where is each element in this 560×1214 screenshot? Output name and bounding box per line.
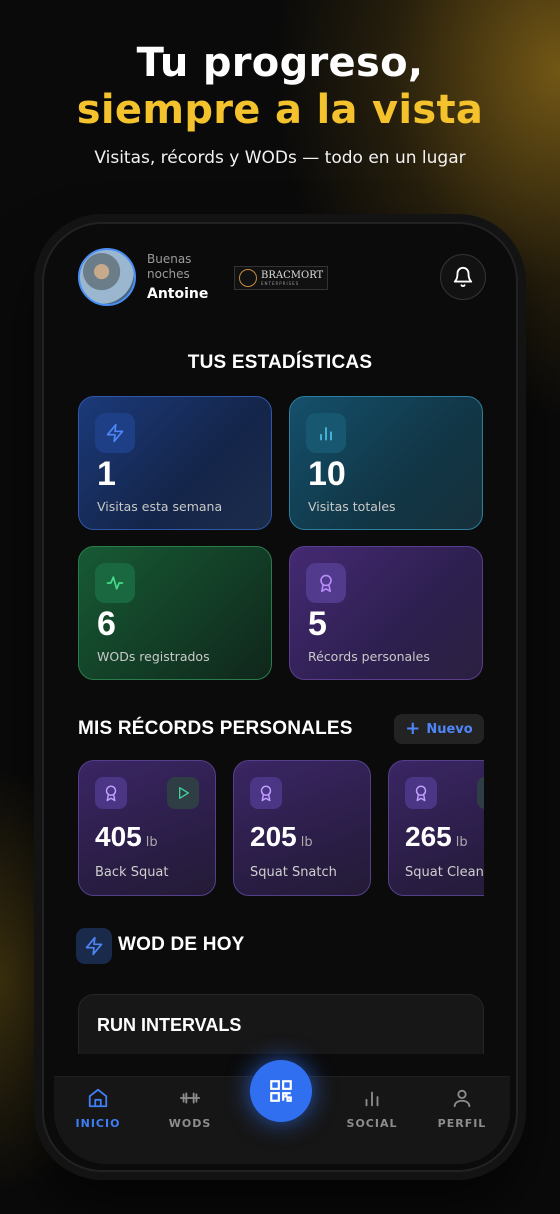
wod-workout-name: RUN INTERVALS — [97, 1015, 242, 1035]
notifications-button[interactable] — [440, 254, 486, 300]
tab-label: SOCIAL — [346, 1117, 398, 1130]
award-icon — [250, 777, 282, 809]
home-icon — [88, 1088, 108, 1108]
stat-value: 5 — [308, 605, 327, 643]
record-name: Squat Snatch — [250, 865, 337, 880]
user-name: Antoine — [147, 286, 209, 302]
gym-logo-mark — [239, 269, 257, 287]
avatar[interactable] — [78, 248, 136, 306]
stat-value: 10 — [308, 455, 346, 493]
greeting-text: Buenas noches — [147, 252, 192, 281]
wod-title: WOD DE HOY — [118, 934, 245, 955]
stat-label: Visitas esta semana — [97, 499, 223, 514]
qr-scan-button[interactable] — [250, 1060, 312, 1122]
user-icon — [453, 1089, 471, 1108]
record-value: 265 lb — [405, 821, 468, 852]
stat-label: WODs registrados — [97, 649, 210, 664]
tab-inicio[interactable]: INICIO — [58, 1087, 138, 1130]
award-icon — [405, 777, 437, 809]
stat-label: Récords personales — [308, 649, 430, 664]
stat-value: 1 — [97, 455, 116, 493]
zap-icon — [76, 928, 112, 964]
record-value: 205 lb — [250, 821, 313, 852]
brand-name: BRACMORT — [261, 269, 324, 281]
tab-label: PERFIL — [437, 1117, 487, 1130]
record-name: Squat Clean — [405, 865, 484, 880]
stats-title: TUS ESTADÍSTICAS — [187, 352, 373, 373]
tab-label: INICIO — [75, 1117, 121, 1130]
records-title: MIS RÉCORDS PERSONALES — [78, 718, 353, 739]
tab-perfil[interactable]: PERFIL — [422, 1087, 502, 1130]
dumbbell-icon — [179, 1092, 201, 1104]
phone-frame: Buenas noches Antoine BRACMORT ENTERPRIS… — [42, 222, 518, 1172]
bell-icon — [453, 267, 473, 288]
tab-label: WODS — [168, 1117, 212, 1130]
record-value: 405 lb — [95, 821, 158, 852]
wod-card[interactable]: RUN INTERVALS — [78, 994, 484, 1054]
stat-card-wods[interactable]: 6 WODs registrados — [78, 546, 272, 680]
award-icon — [95, 777, 127, 809]
tab-wods[interactable]: WODS — [150, 1087, 230, 1130]
stat-label: Visitas totales — [308, 499, 396, 514]
record-card[interactable]: 405 lb Back Squat — [78, 760, 216, 896]
record-name: Back Squat — [95, 865, 169, 880]
bar-chart-icon — [306, 413, 346, 453]
brand-sub: ENTERPRISES — [261, 280, 300, 286]
hero-header: Tu progreso, siempre a la vista Visitas,… — [0, 36, 560, 168]
stat-value: 6 — [97, 605, 116, 643]
award-icon — [306, 563, 346, 603]
tab-social[interactable]: SOCIAL — [332, 1087, 412, 1130]
play-video-button[interactable] — [167, 777, 199, 809]
play-video-button[interactable] — [477, 777, 484, 809]
bar-chart-icon — [365, 1091, 379, 1107]
hero-subtitle: Visitas, récords y WODs — todo en un lug… — [94, 148, 466, 168]
hero-highlight: siempre a la vista — [76, 87, 484, 133]
record-card[interactable]: 205 lb Squat Snatch — [233, 760, 371, 896]
record-card[interactable]: 265 lb Squat Clean — [388, 760, 484, 896]
home-screen: Buenas noches Antoine BRACMORT ENTERPRIS… — [44, 224, 516, 1170]
plus-icon: + — [405, 718, 421, 739]
record-card-clip: 265 lb Squat Clean — [388, 760, 484, 900]
new-record-button[interactable]: + Nuevo — [394, 714, 484, 744]
gym-logo: BRACMORT ENTERPRISES — [234, 266, 328, 290]
stat-card-total-visits[interactable]: 10 Visitas totales — [289, 396, 483, 530]
zap-icon — [95, 413, 135, 453]
stat-card-records[interactable]: 5 Récords personales — [289, 546, 483, 680]
activity-icon — [95, 563, 135, 603]
stat-card-weekly-visits[interactable]: 1 Visitas esta semana — [78, 396, 272, 530]
hero-title: Tu progreso, — [136, 40, 424, 86]
new-record-label: Nuevo — [426, 721, 473, 737]
play-icon — [179, 787, 189, 799]
qr-code-icon — [270, 1080, 292, 1102]
